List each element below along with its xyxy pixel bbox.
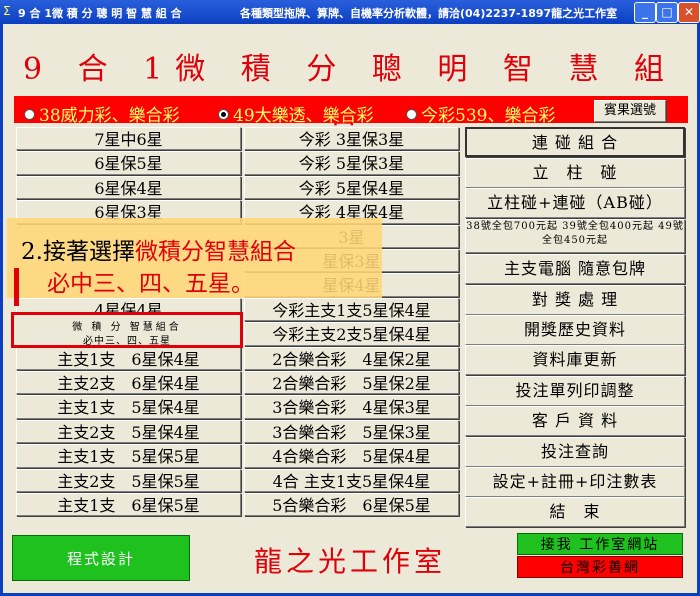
lottery-option-button[interactable]: 主支1支 5星保4星 [16, 395, 241, 419]
lottery-option-button[interactable]: 今彩 5星保4星 [244, 175, 459, 200]
lottery-option-button[interactable]: 4合樂合彩 5星保4星 [244, 444, 459, 468]
radio-38-powerball[interactable]: 38威力彩、樂合彩 [24, 101, 180, 126]
app-icon: Σ [3, 4, 11, 18]
tool-button[interactable]: 資料庫更新 [465, 345, 685, 375]
lottery-option-button[interactable]: 7星中6星 [16, 127, 241, 151]
window-subtitle: 各種類型拖牌、算牌、自機率分析軟體，請洽(04)2237-1897龍之光工作室 [240, 7, 618, 20]
lottery-option-button[interactable]: 主支1支 6星保5星 [16, 493, 241, 517]
lottery-website-button[interactable]: 台灣彩善網 [517, 556, 683, 578]
radio-dot [218, 109, 229, 120]
tool-button[interactable]: 立 柱 碰 [465, 158, 685, 188]
studio-name: 龍之光工作室 [253, 545, 446, 578]
lottery-option-button[interactable]: 5合樂合彩 6星保5星 [244, 493, 459, 517]
lottery-option-button[interactable]: 今彩 3星保3星 [244, 127, 459, 151]
lottery-option-button[interactable]: 3合樂合彩 5星保3星 [244, 419, 459, 444]
close-button[interactable]: ✕ [678, 2, 700, 23]
lottery-option-button[interactable]: 2合樂合彩 4星保2星 [244, 346, 459, 370]
studio-website-button[interactable]: 接我 工作室網站 [517, 533, 683, 555]
lottery-option-button[interactable]: 主支1支 5星保5星 [16, 444, 241, 468]
lottery-option-button[interactable]: 主支2支 6星保4星 [16, 371, 241, 395]
tool-button[interactable]: 開獎歷史資料 [465, 315, 685, 345]
tool-button[interactable]: 對 獎 處 理 [465, 285, 685, 315]
combination-button[interactable]: 連 碰 組 合 [465, 127, 685, 157]
tool-button[interactable]: 立柱碰+連碰（AB碰） [465, 188, 685, 218]
radio-label: 38威力彩、樂合彩 [39, 106, 180, 126]
highlight-line2: 必中三、四、五星 [83, 336, 171, 347]
minimize-button[interactable]: _ [634, 2, 656, 23]
radio-label: 49大樂透、樂合彩 [233, 106, 374, 126]
window-title: 9 合 1微 積 分 聰 明 智 慧 組 合 [18, 7, 182, 20]
lottery-option-button[interactable]: 6星保4星 [16, 175, 241, 200]
calculus-smart-combo-button[interactable]: 微 積 分 智慧組合 必中三、四、五星 [11, 312, 243, 348]
program-design-button[interactable]: 程式設計 [12, 535, 190, 581]
lottery-option-button[interactable]: 今彩 5星保3星 [244, 151, 459, 175]
radio-dot [24, 109, 35, 120]
bingo-select-button[interactable]: 賓果選號 [594, 100, 666, 122]
lottery-option-button[interactable]: 主支1支 6星保4星 [16, 346, 241, 370]
lottery-option-button[interactable]: 今彩主支2支5星保4星 [244, 322, 459, 346]
callout-line2: 必中三、四、五星。 [47, 271, 254, 297]
radio-label: 今彩539、樂合彩 [421, 106, 556, 126]
tool-button[interactable]: 投注單列印調整 [465, 376, 685, 406]
lottery-option-button[interactable]: 3合樂合彩 4星保3星 [244, 395, 459, 419]
tool-button[interactable]: 38號全包700元起 39號全包400元起 49號全包450元起 [465, 219, 685, 253]
callout-highlight: 微積分智慧組合 [134, 239, 296, 265]
lottery-option-button[interactable]: 6星保5星 [16, 151, 241, 175]
radio-539[interactable]: 今彩539、樂合彩 [406, 101, 555, 126]
lottery-option-button[interactable]: 主支2支 5星保4星 [16, 419, 241, 444]
highlight-line1: 微 積 分 智慧組合 [72, 322, 182, 333]
callout-line1: 2.接著選擇微積分智慧組合 [21, 232, 296, 266]
tool-button[interactable]: 客 戶 資 料 [465, 406, 685, 436]
tool-button[interactable]: 主支電腦 隨意包牌 [465, 254, 685, 284]
lottery-option-button[interactable]: 2合樂合彩 5星保2星 [244, 371, 459, 395]
instruction-callout: 2.接著選擇微積分智慧組合 必中三、四、五星。 [7, 218, 382, 298]
lottery-option-button[interactable]: 4合 主支1支5星保4星 [244, 468, 459, 492]
callout-pointer [14, 268, 19, 306]
radio-dot [406, 109, 417, 120]
callout-prefix: 2.接著選擇 [21, 239, 135, 265]
lottery-option-button[interactable]: 主支2支 5星保5星 [16, 468, 241, 492]
tool-button[interactable]: 投注查詢 [465, 437, 685, 467]
title-bar: Σ 9 合 1微 積 分 聰 明 智 慧 組 合 各種類型拖牌、算牌、自機率分析… [0, 0, 700, 24]
lottery-option-button[interactable]: 今彩主支1支5星保4星 [244, 297, 459, 322]
radio-49-lotto[interactable]: 49大樂透、樂合彩 [218, 101, 374, 126]
maximize-button[interactable]: □ [656, 2, 678, 23]
tool-button[interactable]: 結 束 [465, 497, 685, 527]
tool-button[interactable]: 設定+註冊+印注數表 [465, 467, 685, 497]
